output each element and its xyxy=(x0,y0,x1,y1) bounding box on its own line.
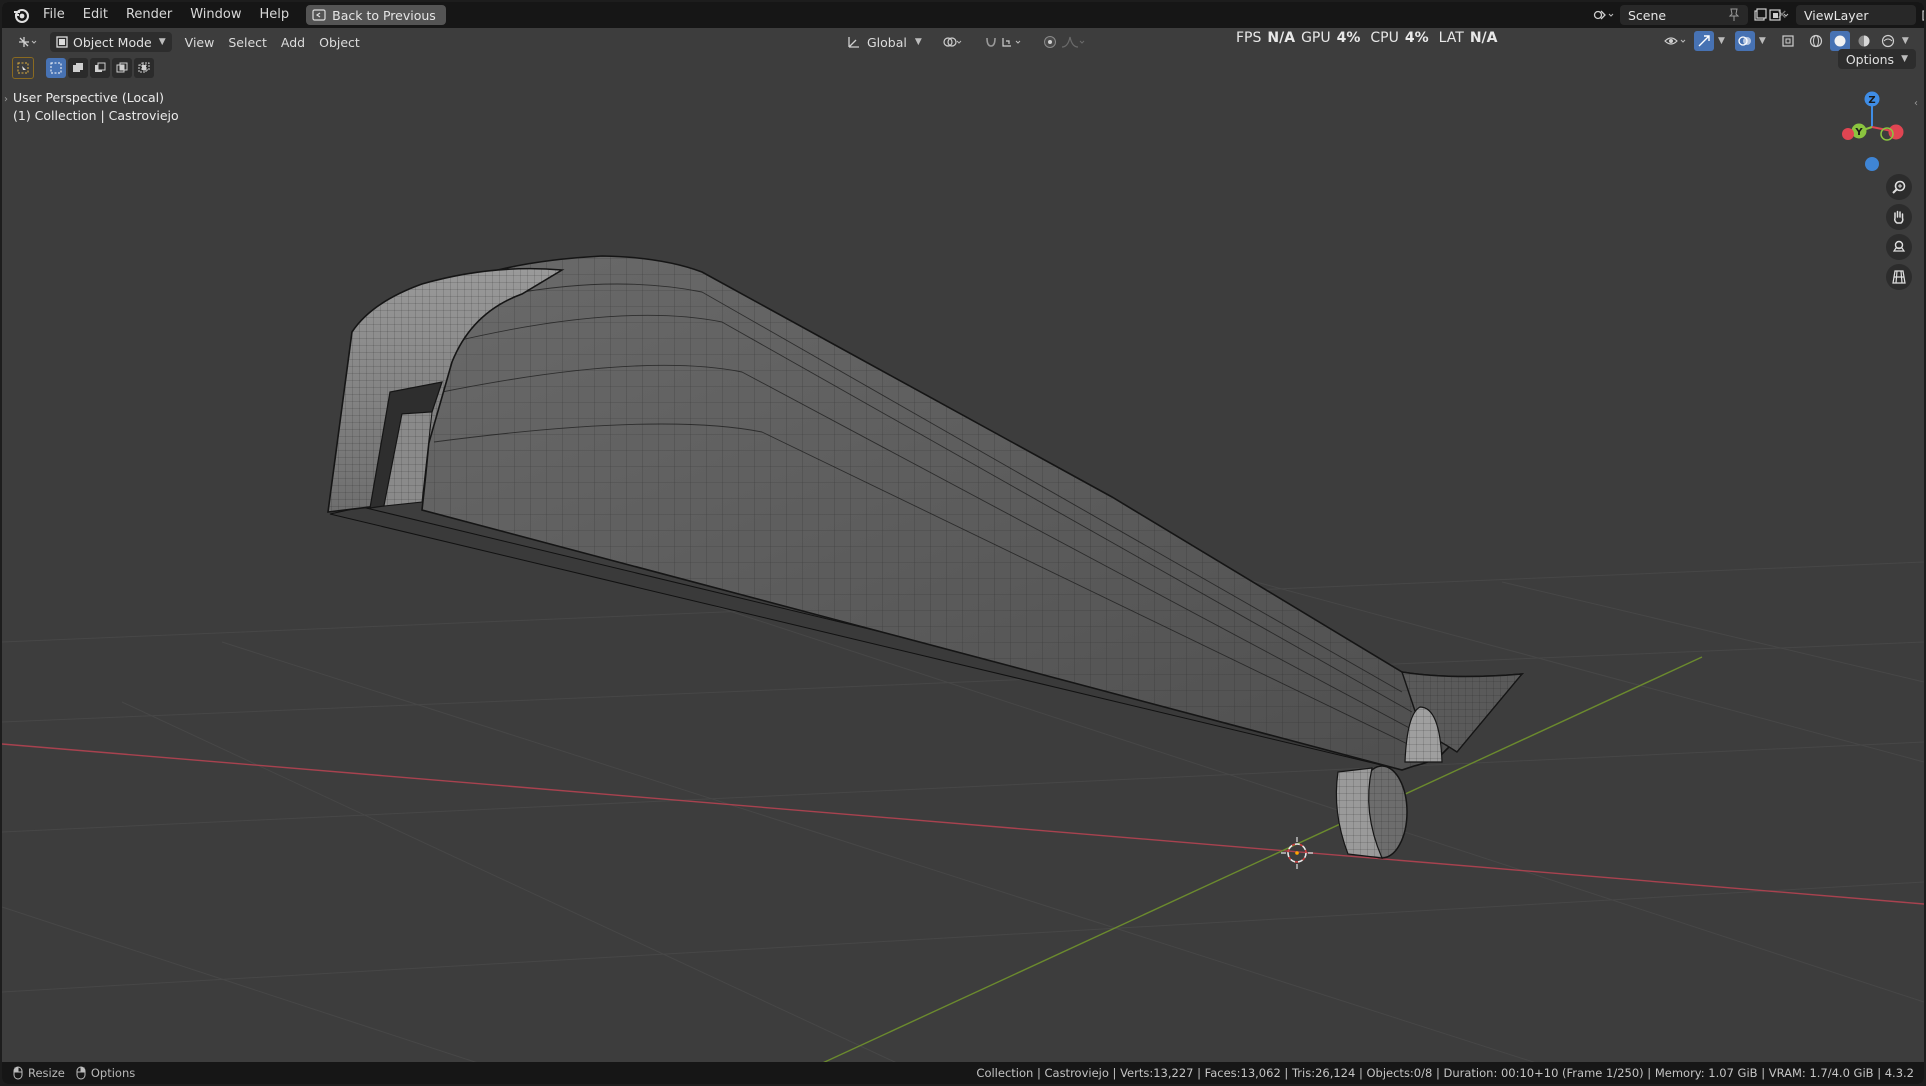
mode-intersect-icon[interactable] xyxy=(134,58,154,78)
header-menu-object[interactable]: Object xyxy=(312,31,367,53)
gizmo-y-label: Y xyxy=(1854,127,1863,138)
lat-label: LAT xyxy=(1438,30,1464,46)
editor-type-button[interactable] xyxy=(10,31,46,53)
mode-label: Object Mode xyxy=(73,34,152,50)
transform-icon xyxy=(847,35,861,49)
chevron-down-icon: ▼ xyxy=(158,37,166,47)
status-resize: Resize xyxy=(28,1066,65,1080)
transform-tools: Global ▼ xyxy=(840,31,1092,53)
status-options: Options xyxy=(90,1066,136,1080)
navigation-gizmo[interactable]: Z Y xyxy=(1832,87,1912,177)
3d-cursor-icon xyxy=(1281,837,1313,869)
options-label: Options xyxy=(1845,51,1895,67)
scene-statistics: Collection | Castroviejo | Verts:13,227 … xyxy=(976,1066,1914,1080)
rendered-shading-icon[interactable] xyxy=(1878,31,1898,51)
snap-toggle[interactable] xyxy=(977,31,1030,53)
visibility-icon[interactable] xyxy=(1662,31,1690,51)
toolbar-toggle-icon[interactable]: › xyxy=(4,94,8,105)
snap-target-icon[interactable] xyxy=(1001,35,1023,49)
performance-stats: FPS N/A GPU 4% CPU 4% LAT N/A xyxy=(1236,28,1497,48)
header-menu-select[interactable]: Select xyxy=(221,31,274,53)
x-axis-line xyxy=(2,743,1924,905)
object-mode-icon xyxy=(56,36,68,48)
header-menu-add[interactable]: Add xyxy=(274,31,312,53)
collection-label: (1) Collection | Castroviejo xyxy=(13,108,179,123)
gizmo-toggle-icon[interactable] xyxy=(1694,31,1714,51)
overlays-toggle-icon[interactable] xyxy=(1734,31,1755,51)
gizmo-neg-x-icon xyxy=(1842,128,1854,140)
sidebar-toggle-icon[interactable]: ‹ xyxy=(1914,98,1918,109)
proportional-editing-toggle[interactable] xyxy=(1036,31,1092,53)
options-dropdown[interactable]: Options ▼ xyxy=(1837,49,1916,69)
mode-extend-icon[interactable] xyxy=(68,58,88,78)
camera-icon[interactable] xyxy=(1886,234,1912,260)
chevron-down-icon[interactable]: ▼ xyxy=(1718,36,1725,46)
chevron-down-icon: ▼ xyxy=(1901,54,1908,64)
pivot-point-dropdown[interactable] xyxy=(935,31,971,53)
chevron-down-icon[interactable]: ▼ xyxy=(1759,36,1766,46)
pivot-icon xyxy=(942,35,964,49)
select-mode-tools xyxy=(12,57,154,79)
gizmo-neg-z-icon xyxy=(1865,157,1879,171)
hand-icon[interactable] xyxy=(1886,204,1912,230)
gizmo-x-icon xyxy=(1888,124,1904,140)
castroviejo-mesh xyxy=(327,255,1525,771)
snap-icon xyxy=(984,35,998,49)
material-shading-icon[interactable] xyxy=(1854,31,1874,51)
select-box-icon[interactable] xyxy=(12,57,34,79)
solid-shading-icon[interactable] xyxy=(1829,31,1850,51)
lat-value: N/A xyxy=(1469,30,1498,46)
gizmo-z-label: Z xyxy=(1868,95,1875,106)
viewport-canvas[interactable] xyxy=(2,2,1924,1084)
mouse-right-icon xyxy=(75,1066,87,1080)
cpu-value: 4% xyxy=(1404,30,1429,46)
viewport-display-tools: ▼ ▼ ▼ xyxy=(1662,31,1909,51)
xray-toggle-icon[interactable] xyxy=(1778,31,1798,51)
fps-label: FPS xyxy=(1236,30,1262,46)
status-bar: Resize Options Collection | Castroviejo … xyxy=(2,1062,1924,1084)
wireframe-shading-icon[interactable] xyxy=(1806,31,1826,51)
transform-orientation-label: Global xyxy=(867,34,907,50)
mode-dropdown[interactable]: Object Mode ▼ xyxy=(50,32,172,52)
chevron-down-icon[interactable]: ▼ xyxy=(1902,36,1909,46)
fps-value: N/A xyxy=(1267,30,1296,46)
zoom-icon[interactable] xyxy=(1886,174,1912,200)
falloff-icon[interactable] xyxy=(1061,35,1085,49)
cpu-label: CPU xyxy=(1370,30,1399,46)
header-menu-view[interactable]: View xyxy=(178,31,222,53)
mouse-icon xyxy=(12,1066,24,1080)
perspective-label: User Perspective (Local) xyxy=(13,90,164,105)
transform-orientation-dropdown[interactable]: Global ▼ xyxy=(840,31,929,53)
gpu-value: 4% xyxy=(1336,30,1361,46)
viewport-header: Object Mode ▼ View Select Add Object Glo… xyxy=(2,28,1924,56)
mode-subtract-icon[interactable] xyxy=(90,58,110,78)
grid-icon[interactable] xyxy=(1886,264,1912,290)
mode-invert-icon[interactable] xyxy=(112,58,132,78)
chevron-down-icon: ▼ xyxy=(914,37,922,47)
gpu-label: GPU xyxy=(1301,30,1331,46)
wheel-mesh xyxy=(1335,765,1408,859)
mode-set-icon[interactable] xyxy=(46,58,66,78)
blender-window: File Edit Render Window Help Back to Pre… xyxy=(2,2,1924,1084)
editor-type-icon xyxy=(17,35,39,49)
proportional-icon xyxy=(1043,35,1057,49)
